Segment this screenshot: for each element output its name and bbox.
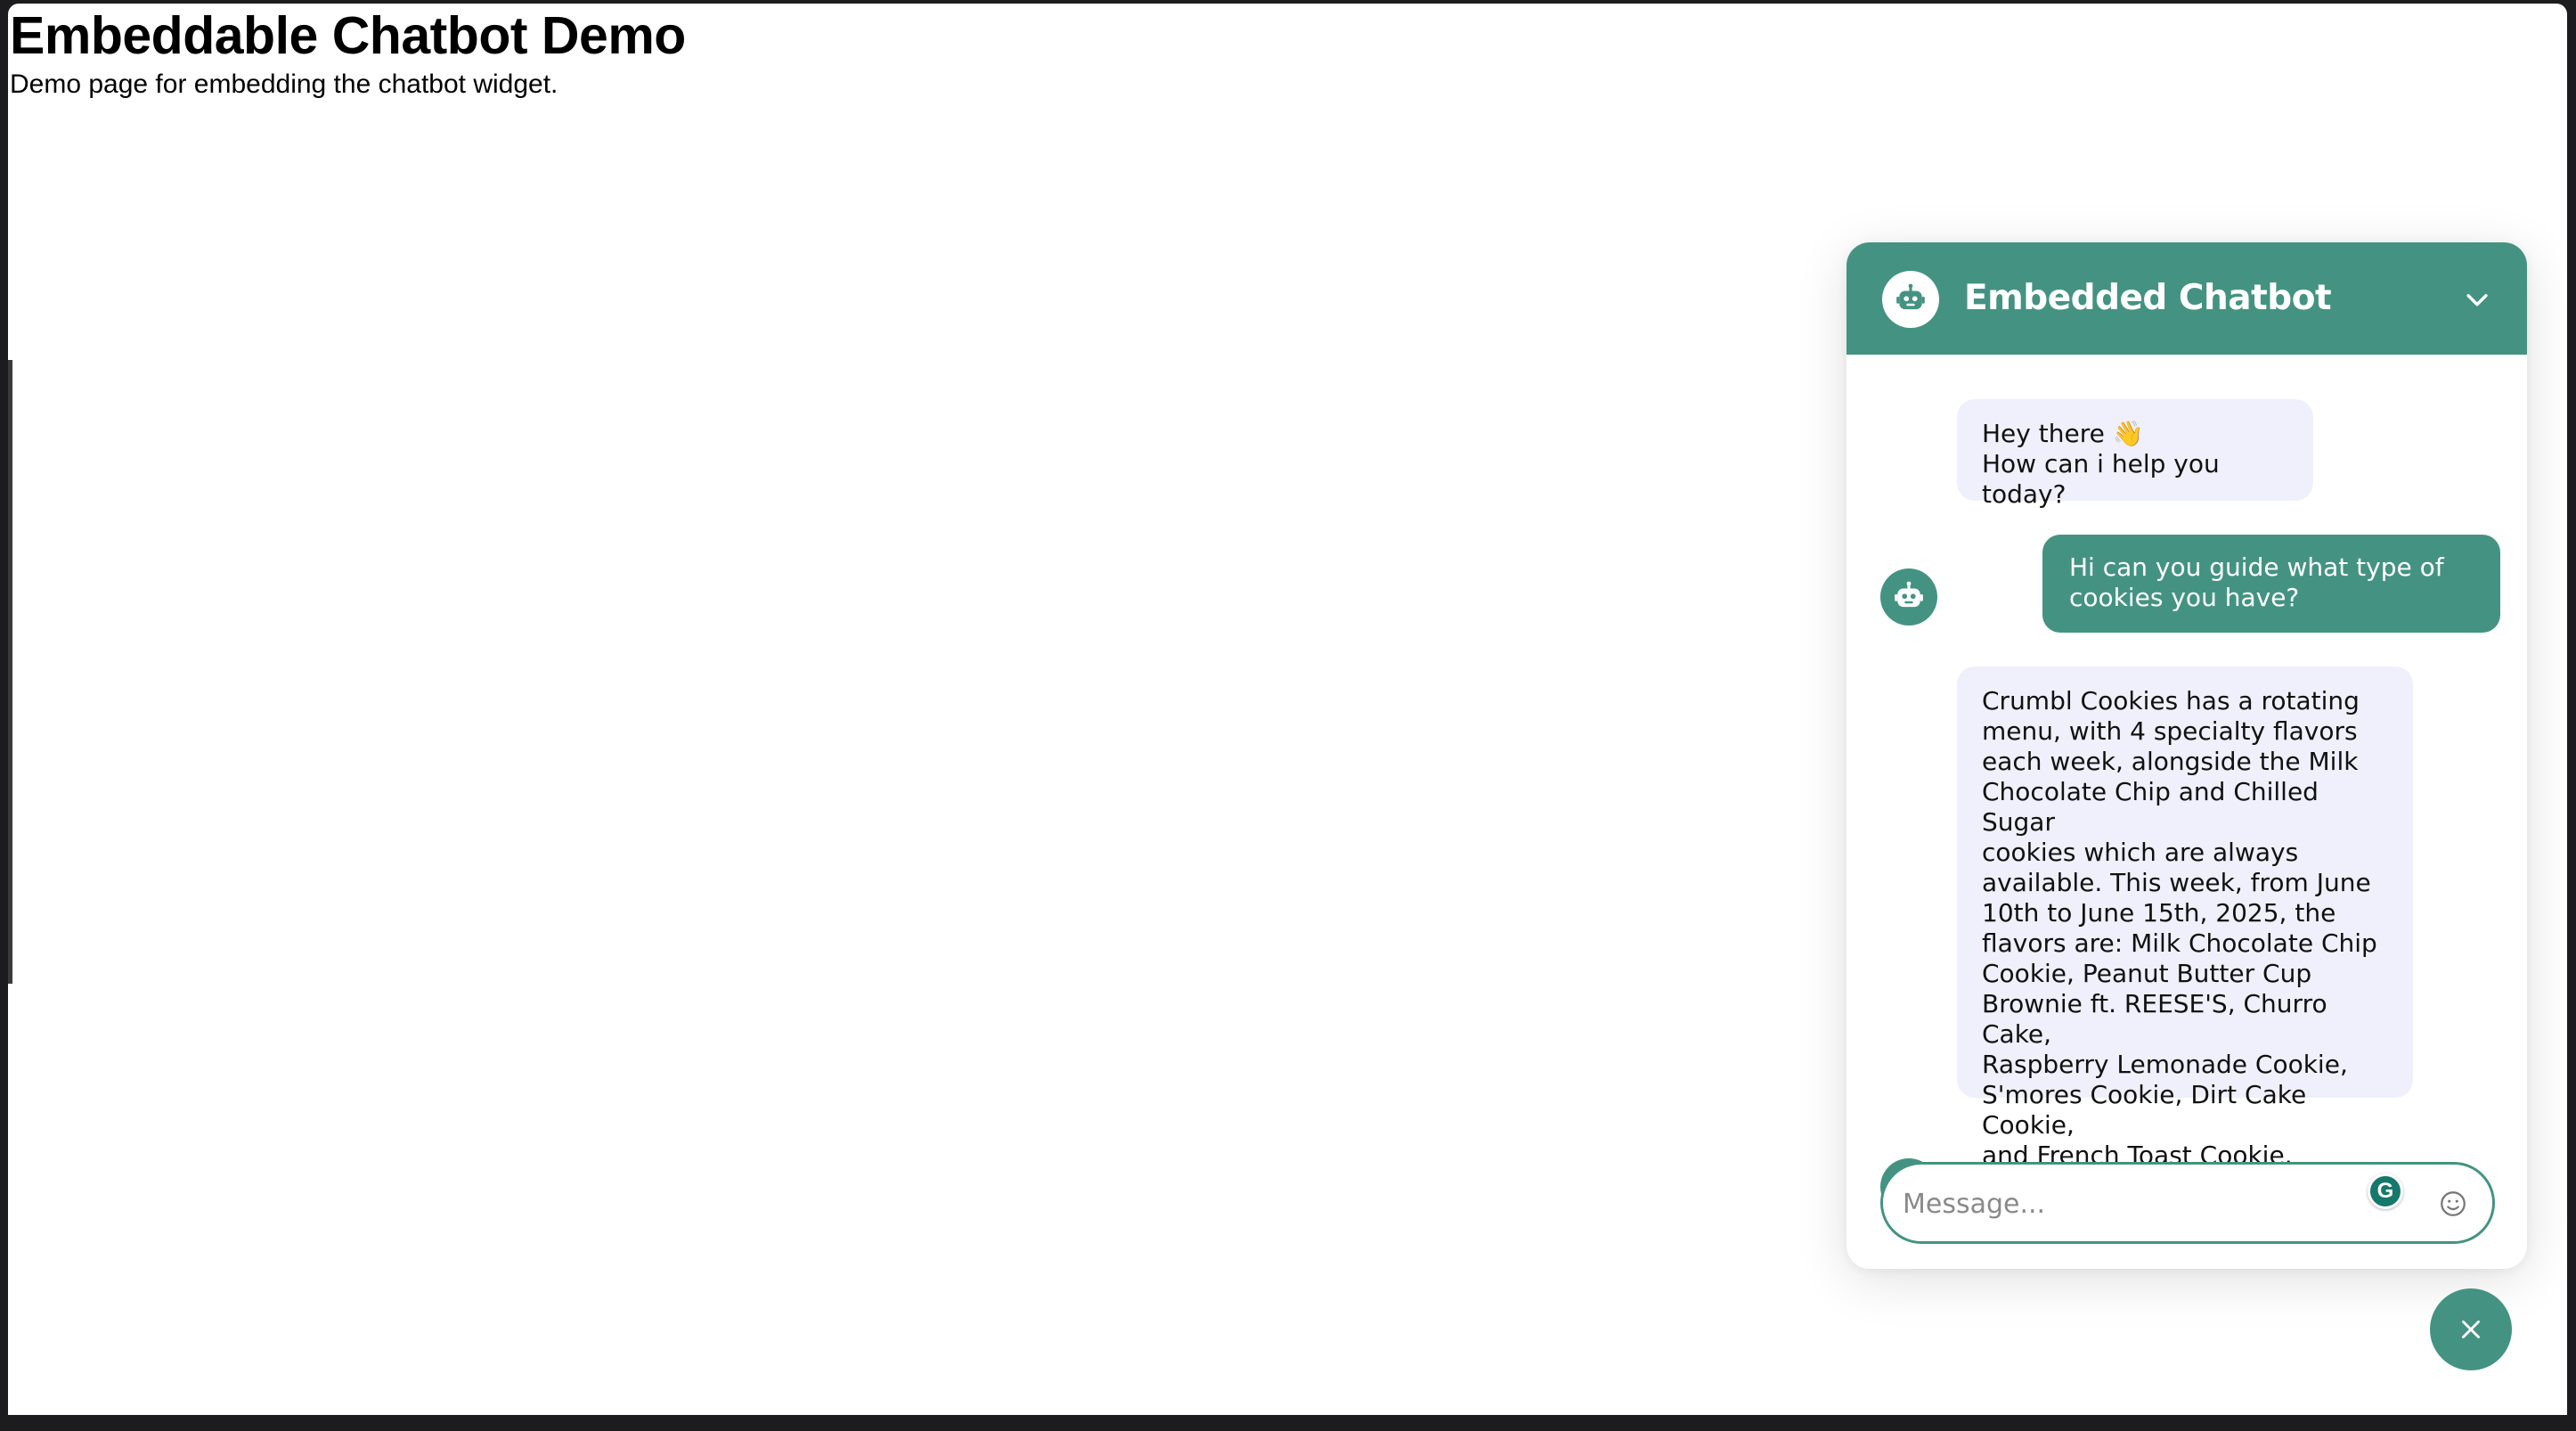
message-list: Hey there 👋 How can i help you today? Hi…	[1846, 355, 2527, 1215]
chat-header: Embedded Chatbot	[1846, 242, 2527, 355]
close-icon	[2462, 1321, 2480, 1338]
message-input[interactable]	[1903, 1181, 2366, 1227]
bot-message: Hey there 👋 How can i help you today?	[1957, 399, 2313, 509]
emoji-button[interactable]	[2433, 1184, 2473, 1223]
chat-toggle-button[interactable]	[2430, 1288, 2512, 1370]
chat-title: Embedded Chatbot	[1964, 278, 2332, 318]
smiley-icon	[2441, 1191, 2466, 1216]
page-subtitle: Demo page for embedding the chatbot widg…	[10, 70, 558, 99]
bot-avatar-icon	[1880, 568, 1937, 626]
chat-widget: Embedded Chatbot Hey there 👋 How can i h…	[1846, 242, 2527, 1269]
page-title: Embeddable Chatbot Demo	[10, 6, 686, 65]
grammar-assistant-icon[interactable]: G	[2368, 1173, 2403, 1209]
collapse-button[interactable]	[2458, 280, 2497, 319]
scrollbar-edge	[8, 360, 12, 984]
browser-viewport: Embeddable Chatbot Demo Demo page for em…	[8, 4, 2567, 1415]
robot-icon	[1882, 271, 1939, 328]
chevron-down-icon	[2466, 294, 2488, 307]
message-input-container: G	[1880, 1162, 2495, 1244]
bot-message: Crumbl Cookies has a rotating menu, with…	[1957, 666, 2413, 1170]
user-message: Hi can you guide what type of cookies yo…	[2042, 535, 2500, 633]
